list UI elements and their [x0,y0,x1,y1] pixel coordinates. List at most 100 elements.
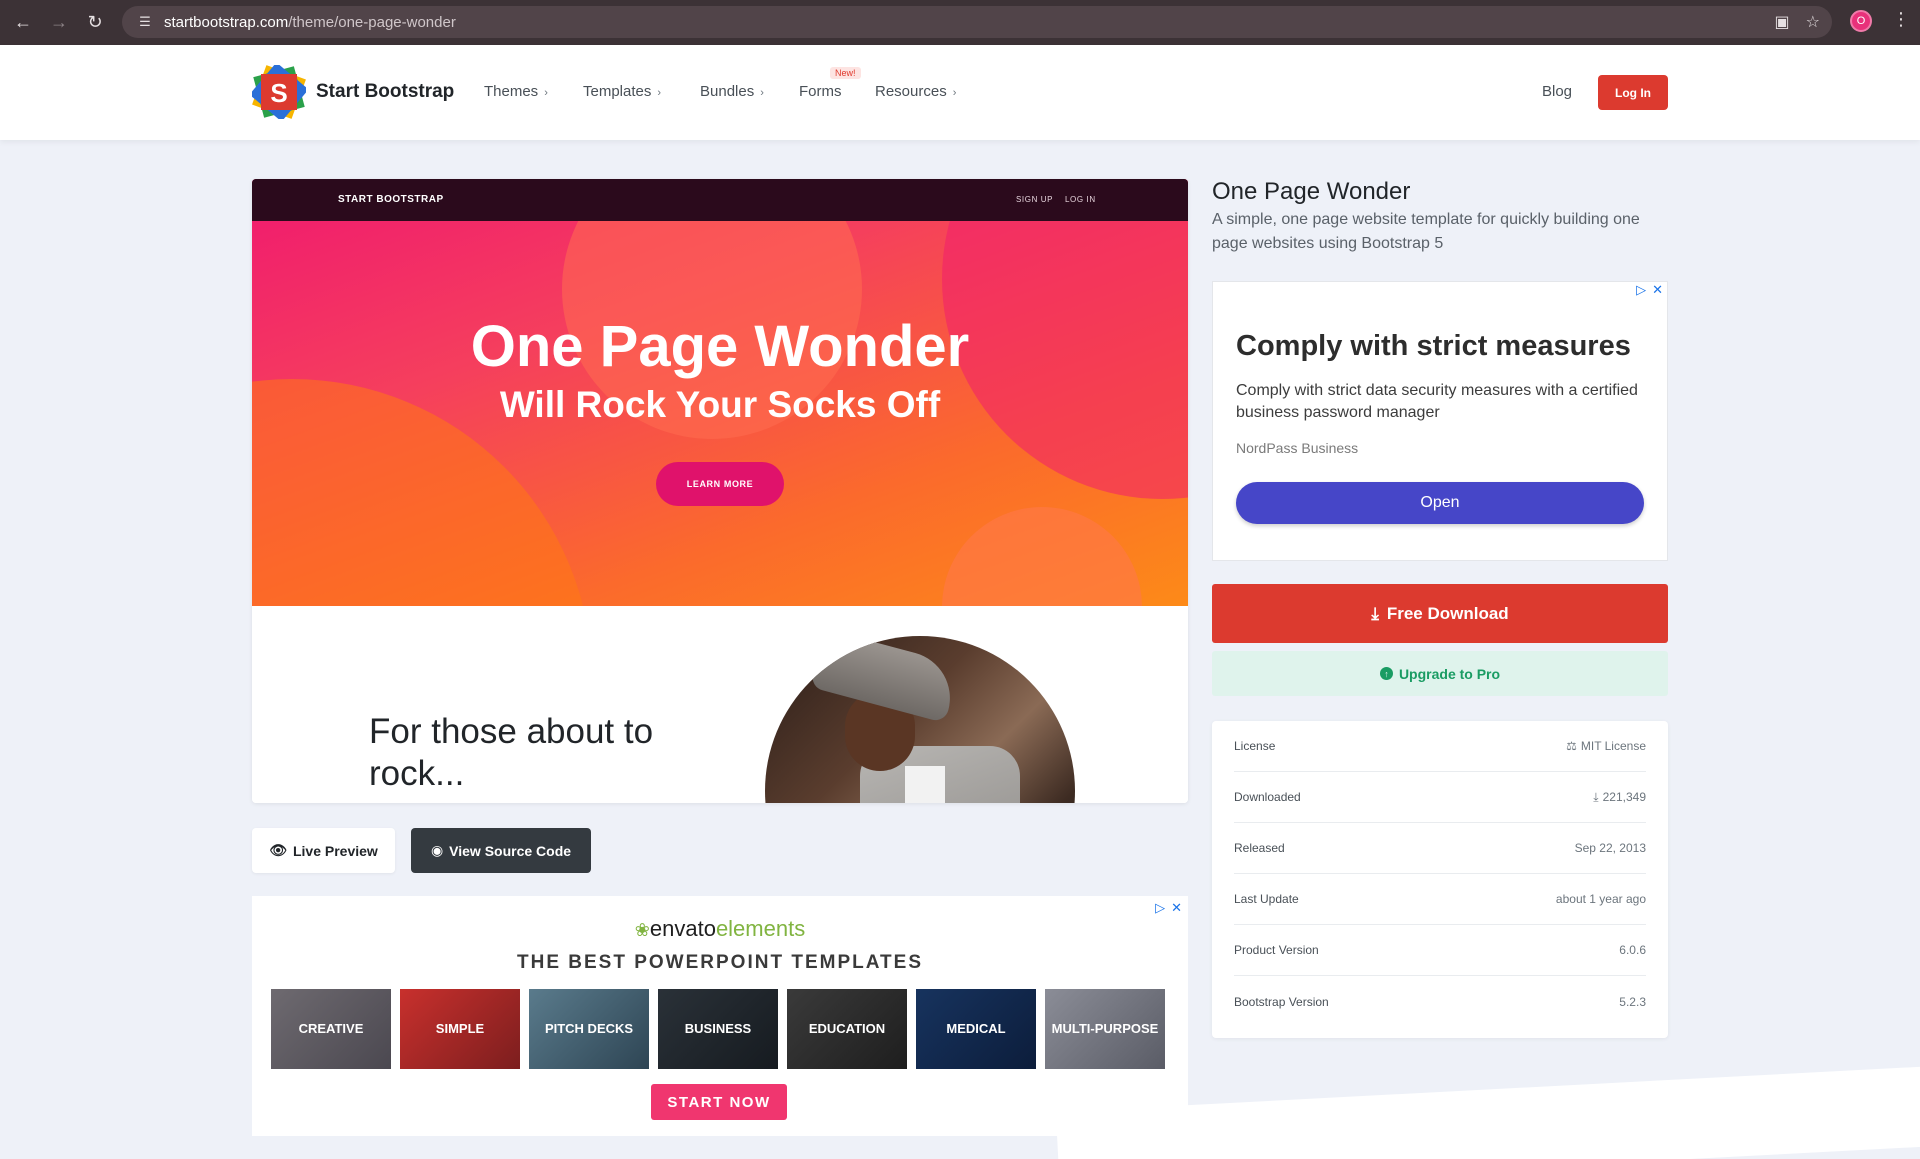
preview-learn-more: LEARN MORE [656,462,784,506]
ad-open-button[interactable]: Open [1236,482,1644,524]
upgrade-pro-button[interactable]: ↑ Upgrade to Pro [1212,651,1668,696]
reload-icon[interactable]: ↻ [80,8,110,38]
preview-subtitle: Will Rock Your Socks Off [499,384,941,425]
preview-photo [765,636,1075,803]
upgrade-label: Upgrade to Pro [1398,665,1501,682]
address-bar[interactable]: ☰ startbootstrap.com/theme/one-page-wond… [122,6,1832,38]
nav-label: Bundles [700,83,755,100]
free-download-button[interactable]: ⤓ Free Download [1212,584,1668,643]
live-preview-button[interactable]: 👁 Live Preview [252,828,395,873]
preview-login-link: LOG IN [1065,195,1096,204]
brand-name[interactable]: Start Bootstrap [316,81,454,103]
nav-forms[interactable]: Forms [799,83,842,100]
logo-sub: elements [715,916,806,941]
info-label: Bootstrap Version [1234,994,1329,1009]
envato-logo: ❀envatoelements [252,916,1188,942]
info-row-downloaded: Downloaded ⤓ 221,349 [1234,772,1646,823]
tile-education[interactable]: EDUCATION [787,989,907,1069]
nav-label: Resources [875,83,947,100]
tile-pitch-decks[interactable]: PITCH DECKS [529,989,649,1069]
preview-brand: START BOOTSTRAP [338,194,444,205]
forward-icon[interactable]: → [44,8,74,38]
new-badge: New! [830,67,861,79]
ad-body: Comply with strict data security measure… [1236,382,1638,421]
nav-blog[interactable]: Blog [1542,83,1572,100]
info-row-last-update: Last Update about 1 year ago [1234,874,1646,925]
ad-choices[interactable]: ▷ ✕ [1636,282,1663,298]
preview-hero: START BOOTSTRAP SIGN UP LOG IN One Page … [252,179,1188,606]
adchoices-icon[interactable]: ▷ [1155,900,1165,916]
preview-title: One Page Wonder [470,314,970,379]
ad-title: Comply with strict measures [1236,330,1631,362]
info-row-released: Released Sep 22, 2013 [1234,823,1646,874]
chevron-right-icon: › [544,87,548,99]
ad-headline: THE BEST POWERPOINT TEMPLATES [517,952,923,973]
license-icon: ⚖ [1566,739,1577,753]
profile-avatar[interactable]: O [1850,10,1872,32]
info-label: Downloaded [1234,790,1301,804]
close-icon[interactable]: ✕ [1171,900,1182,916]
product-title: One Page Wonder [1212,178,1411,205]
adchoices-icon[interactable]: ▷ [1636,282,1646,298]
info-row-product-version: Product Version 6.0.6 [1234,925,1646,976]
template-preview-image[interactable]: START BOOTSTRAP SIGN UP LOG IN One Page … [252,179,1188,803]
envato-ad-banner[interactable]: ▷ ✕ ❀envatoelements THE BEST POWERPOINT … [252,896,1188,1136]
bookmark-star-icon[interactable]: ☆ [1806,12,1820,32]
info-label: Last Update [1234,892,1299,906]
arrow-up-circle-icon: ↑ [1379,667,1393,680]
eye-icon: 👁 [269,842,287,858]
photo-detail [905,766,945,803]
github-icon: ◉ [430,842,444,858]
download-icon: ⤓ [1371,603,1379,623]
back-icon[interactable]: ← [8,8,38,38]
tile-simple[interactable]: SIMPLE [400,989,520,1069]
info-label: Product Version [1234,943,1319,957]
product-info-card: License ⚖ MIT License Downloaded ⤓ 221,349… [1212,721,1668,1038]
url-host: startbootstrap.com [164,13,289,31]
start-bootstrap-logo[interactable]: S [252,65,306,119]
svg-text:S: S [270,78,287,108]
live-preview-label: Live Preview [292,842,378,859]
tile-medical[interactable]: MEDICAL [916,989,1036,1069]
start-now-button[interactable]: START NOW [651,1084,787,1120]
info-value: ⤓ 221,349 [1593,790,1646,805]
nav-templates[interactable]: Templates › [583,83,661,100]
info-value-text: 221,349 [1602,790,1646,804]
info-label: License [1234,739,1276,753]
site-info-icon[interactable]: ☰ [132,14,158,30]
view-source-button[interactable]: ◉ View Source Code [411,828,591,873]
chevron-right-icon: › [760,87,764,99]
site-navbar: S Start Bootstrap Themes › Templates › Bun… [0,45,1920,140]
browser-menu-icon[interactable]: ⋮ [1892,9,1910,30]
ad-choices[interactable]: ▷ ✕ [1155,900,1182,916]
info-value: ⚖ MIT License [1566,739,1646,753]
category-tiles: CREATIVE SIMPLE PITCH DECKS BUSINESS EDU… [271,989,1165,1069]
preview-navbar: START BOOTSTRAP SIGN UP LOG IN [252,179,1188,221]
preview-section: For those about to rock... [252,606,1188,803]
login-button[interactable]: Log In [1598,75,1668,110]
view-source-label: View Source Code [449,842,572,859]
nav-label: Themes [484,83,539,100]
preview-section-text: For those about to rock... [369,712,654,793]
url-text[interactable]: startbootstrap.com/theme/one-page-wonder [164,14,456,31]
install-app-icon[interactable]: ▣ [1775,12,1790,32]
nav-bundles[interactable]: Bundles › [700,83,764,100]
sidebar-ad[interactable]: ▷ ✕ Comply with strict measures Comply w… [1212,281,1668,561]
close-icon[interactable]: ✕ [1652,282,1663,298]
browser-toolbar: ← → ↻ ☰ startbootstrap.com/theme/one-pag… [0,0,1920,45]
info-value-text: MIT License [1580,739,1646,753]
free-download-label: Free Download [1386,603,1509,623]
info-value: about 1 year ago [1555,892,1646,906]
info-value: Sep 22, 2013 [1574,841,1646,855]
chevron-right-icon: › [657,87,662,99]
decor-circle [942,507,1142,606]
tile-business[interactable]: BUSINESS [658,989,778,1069]
nav-themes[interactable]: Themes › [484,83,548,100]
tile-creative[interactable]: CREATIVE [271,989,391,1069]
logo-main: envato [649,916,716,941]
nav-resources[interactable]: Resources › [875,83,956,100]
info-label: Released [1234,841,1285,855]
leaf-icon: ❀ [634,920,650,940]
tile-multi-purpose[interactable]: MULTI-PURPOSE [1045,989,1165,1069]
nav-label: Templates [583,83,652,100]
